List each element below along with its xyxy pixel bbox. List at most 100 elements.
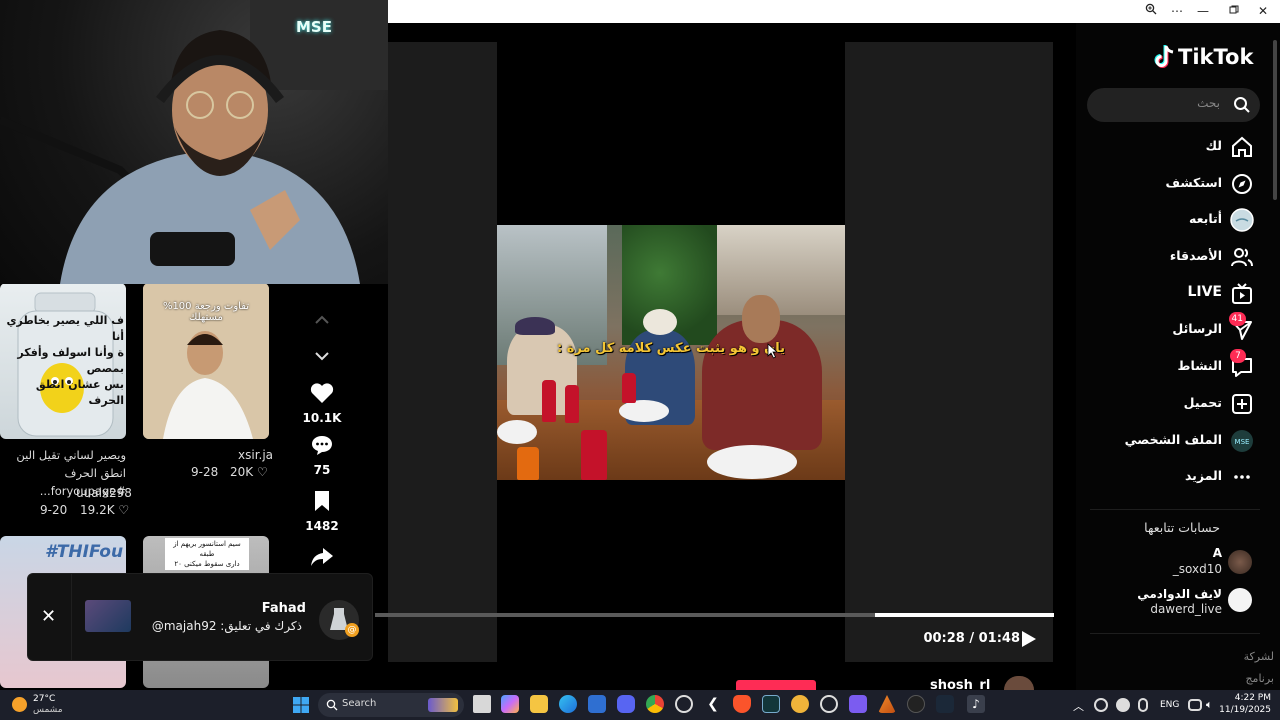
network-icon[interactable] bbox=[1188, 699, 1202, 711]
friends-icon bbox=[1231, 248, 1253, 267]
feed-thumbnail[interactable]: ف اللي يصير بخاطري أنا ة وأنا اسولف وأفك… bbox=[0, 283, 126, 439]
browser-menu-icon[interactable]: ⋯ bbox=[1166, 2, 1188, 20]
thumbnail-overlay-text: بس عشان انطق الحرف bbox=[35, 378, 124, 407]
play-button[interactable] bbox=[1019, 630, 1037, 648]
nav-item-following[interactable]: أتابعه bbox=[1090, 208, 1258, 232]
volume-icon[interactable]: 🔈︎ bbox=[1206, 698, 1213, 712]
sidebar-divider bbox=[1090, 633, 1260, 634]
close-icon: ✕ bbox=[41, 606, 57, 627]
tray-icon[interactable] bbox=[1116, 698, 1130, 712]
copilot-icon[interactable] bbox=[501, 695, 519, 713]
like-count: 10.1K bbox=[302, 411, 342, 425]
brave-icon[interactable] bbox=[733, 695, 751, 713]
nav-item-profile[interactable]: الملف الشخصي MSE bbox=[1090, 429, 1258, 453]
browser-titlebar: ⋯ — ✕ bbox=[388, 0, 1280, 23]
search-icon[interactable] bbox=[1233, 96, 1251, 114]
app-icon[interactable] bbox=[849, 695, 867, 713]
notification-close-button[interactable]: ✕ bbox=[28, 574, 72, 660]
thumbnail-overlay-text: %100 تفاوت ورجعة مستهلك bbox=[162, 301, 250, 323]
notification-name: Fahad bbox=[261, 601, 306, 616]
account-handle: _soxd10 bbox=[1172, 562, 1222, 576]
video-frame[interactable]: يان و هو يثبت عكس كلامه كل مرة : bbox=[497, 225, 845, 480]
thumbnail-overlay-text: ف اللي يصير بخاطري أنا bbox=[6, 314, 124, 343]
footer-link[interactable]: لشركة bbox=[1244, 646, 1274, 668]
tray-icon[interactable] bbox=[1094, 698, 1108, 712]
steam-icon[interactable] bbox=[936, 695, 954, 713]
tiktok-taskbar-icon[interactable]: ♪ bbox=[967, 695, 985, 713]
nav-item-more[interactable]: المزيد bbox=[1090, 465, 1258, 489]
more-icon bbox=[1234, 475, 1250, 479]
nav-item-live[interactable]: LIVE bbox=[1090, 282, 1258, 306]
play-icon bbox=[1022, 631, 1036, 647]
heart-outline-icon: ♡ bbox=[256, 465, 268, 479]
terminal-icon[interactable] bbox=[762, 695, 780, 713]
thumbnail-date: 9-20 bbox=[40, 503, 68, 517]
thumbnail-date: 9-28 bbox=[191, 465, 219, 479]
streamer-webcam-image bbox=[0, 0, 388, 284]
avatar bbox=[1228, 588, 1252, 612]
next-video-button[interactable] bbox=[297, 346, 347, 365]
share-button[interactable] bbox=[297, 546, 347, 572]
weather-sun-icon bbox=[12, 697, 27, 712]
app-icon[interactable]: ❮ bbox=[704, 695, 722, 713]
comment-button[interactable]: 75 bbox=[297, 434, 347, 477]
notification-thumbnail bbox=[85, 600, 131, 632]
nav-item-for-you[interactable]: لك bbox=[1090, 135, 1258, 159]
account-handle: dawerd_live bbox=[1150, 602, 1222, 616]
peek-follow-button[interactable] bbox=[736, 680, 816, 690]
like-button[interactable]: 10.1K bbox=[297, 382, 347, 425]
store-icon[interactable] bbox=[588, 695, 606, 713]
video-progress-fill bbox=[875, 613, 1054, 617]
svg-text:MSE: MSE bbox=[1235, 438, 1250, 446]
language-indicator[interactable]: ENG bbox=[1160, 700, 1179, 710]
task-view-icon[interactable] bbox=[473, 695, 491, 713]
chevron-down-icon bbox=[315, 352, 329, 361]
nav-item-upload[interactable]: تحميل bbox=[1090, 392, 1258, 416]
search-placeholder: بحث bbox=[1197, 96, 1220, 110]
nav-item-friends[interactable]: الأصدقاء bbox=[1090, 245, 1258, 269]
thumbnail-author[interactable]: xsir.ja bbox=[238, 448, 273, 462]
windows-taskbar: 27°C مشمس Search ❮ ♪ ︿ ENG 🔈︎ 4:22 PM 11… bbox=[0, 690, 1280, 720]
thumbnail-likes: 20K ♡ bbox=[230, 465, 268, 479]
close-window-icon[interactable]: ✕ bbox=[1252, 2, 1274, 20]
chrome-icon[interactable] bbox=[646, 695, 664, 713]
search-box[interactable]: بحث bbox=[1087, 88, 1260, 122]
nav-item-messages[interactable]: الرسائل 41 bbox=[1090, 312, 1258, 342]
app-icon[interactable] bbox=[907, 695, 925, 713]
app-icon[interactable] bbox=[791, 695, 809, 713]
microphone-icon[interactable] bbox=[1138, 698, 1148, 712]
avatar bbox=[1228, 550, 1252, 574]
file-explorer-icon[interactable] bbox=[530, 695, 548, 713]
obs-icon[interactable] bbox=[675, 695, 693, 713]
nav-label: النشاط bbox=[1177, 358, 1222, 373]
zoom-icon[interactable] bbox=[1140, 2, 1162, 20]
messages-badge: 41 bbox=[1228, 312, 1246, 326]
webcam-overlay: MSE bbox=[0, 0, 388, 284]
followed-account[interactable]: A _soxd10 bbox=[1100, 546, 1260, 578]
footer-link[interactable]: برنامج bbox=[1244, 668, 1274, 690]
mouse-cursor-icon bbox=[767, 343, 779, 359]
minimize-icon[interactable]: — bbox=[1192, 2, 1214, 20]
nav-item-activity[interactable]: النشاط 7 bbox=[1090, 349, 1258, 379]
save-button[interactable]: 1482 bbox=[297, 490, 347, 533]
edge-icon[interactable] bbox=[559, 695, 577, 713]
account-name: A bbox=[1212, 546, 1222, 560]
chevron-up-icon[interactable]: ︿ bbox=[1073, 698, 1084, 714]
feed-thumbnail[interactable]: %100 تفاوت ورجعة مستهلك bbox=[143, 283, 269, 439]
previous-video-button[interactable] bbox=[297, 310, 347, 329]
followed-account[interactable]: لايف الدوادمي dawerd_live bbox=[1100, 587, 1260, 619]
thumbnail-author[interactable]: uualx298 bbox=[76, 486, 132, 500]
clock-time[interactable]: 4:22 PM bbox=[1226, 693, 1271, 703]
settings-icon[interactable] bbox=[820, 695, 838, 713]
app-icon[interactable] bbox=[878, 695, 896, 713]
notification-toast[interactable]: ✕ Fahad ذكرك في تعليق: majah92@ @ bbox=[27, 573, 373, 661]
weather-temp[interactable]: 27°C bbox=[33, 694, 55, 704]
clock-date[interactable]: 11/19/2025 bbox=[1218, 705, 1271, 715]
maximize-icon[interactable] bbox=[1223, 2, 1245, 20]
sidebar-scrollbar[interactable] bbox=[1273, 40, 1277, 200]
tiktok-logo[interactable]: TikTok bbox=[1154, 44, 1254, 74]
discord-icon[interactable] bbox=[617, 695, 635, 713]
taskbar-search-box[interactable]: Search bbox=[318, 693, 464, 717]
windows-start-icon[interactable] bbox=[292, 696, 310, 714]
nav-item-explore[interactable]: استكشف bbox=[1090, 172, 1258, 196]
